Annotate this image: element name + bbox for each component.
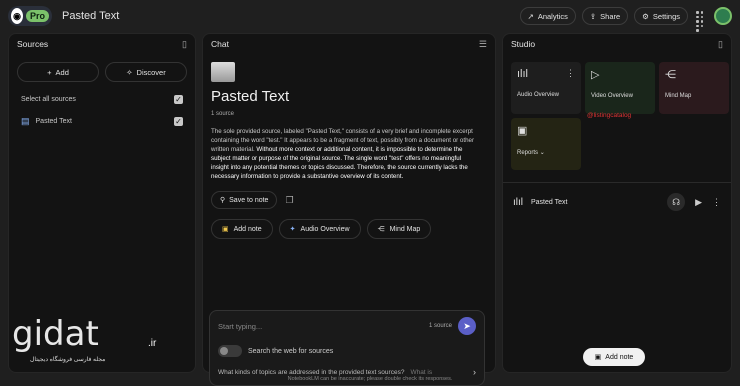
add-note-label: Add note: [605, 353, 634, 361]
share-label: Share: [600, 11, 621, 21]
interactive-mode-icon[interactable]: ☊: [667, 193, 686, 211]
chat-title: Chat: [211, 39, 229, 49]
tile-label: Mind Map: [665, 93, 692, 99]
more-icon[interactable]: ⋮: [712, 197, 721, 208]
mind-map-icon: ⋲: [665, 69, 676, 81]
audio-overview-action-label: Audio Overview: [300, 225, 350, 233]
plus-icon: +: [47, 67, 52, 77]
select-all-row[interactable]: Select all sources ✓: [9, 88, 195, 110]
note-icon: ▣: [222, 226, 229, 233]
chat-composer: Start typing... 1 source ➤ Search the we…: [209, 310, 485, 386]
discover-label: Discover: [136, 67, 166, 77]
more-icon[interactable]: ⋮: [566, 68, 575, 79]
video-overview-tile[interactable]: ▷ Video Overview: [585, 62, 655, 114]
overlay-watermark: @listingcatalog: [587, 112, 632, 119]
settings-label: Settings: [652, 11, 680, 21]
summary-text: The sole provided source, labeled "Paste…: [211, 127, 479, 181]
chat-input[interactable]: Start typing...: [218, 322, 262, 331]
discover-icon: ✧: [126, 67, 133, 77]
reports-tile[interactable]: ▣ Reports ⌄: [511, 118, 581, 170]
studio-title: Studio: [511, 39, 536, 49]
share-button[interactable]: ⇪ Share: [581, 7, 629, 25]
analytics-label: Analytics: [537, 11, 568, 21]
mind-map-icon: ⋲: [377, 226, 385, 233]
settings-button[interactable]: ⚙ Settings: [634, 7, 688, 25]
audio-list-item[interactable]: ılıl Pasted Text ☊ ▶ ⋮: [503, 183, 731, 221]
tile-label: Audio Overview: [517, 92, 560, 98]
chevron-down-icon: ⌄: [539, 150, 545, 156]
tune-icon[interactable]: ☰: [479, 39, 487, 50]
disclaimer: NotebookLM can be inaccurate; please dou…: [287, 376, 453, 382]
source-item-label: Pasted Text: [35, 117, 72, 125]
suggestion-chip[interactable]: What kinds of topics are addressed in th…: [218, 369, 404, 376]
tile-label: Reports: [517, 150, 539, 156]
document-icon: ▤: [21, 115, 30, 126]
top-bar: ◉ Pro Pasted Text ↗ Analytics ⇪ Share ⚙ …: [0, 0, 740, 32]
mind-map-tile[interactable]: ⋲ Mind Map: [659, 62, 729, 114]
audio-overview-action[interactable]: ✦ Audio Overview: [278, 219, 361, 239]
pin-icon: ⚲: [220, 197, 226, 204]
add-note-button[interactable]: ▣ Add note: [583, 348, 645, 366]
watermark-suffix: .ir: [148, 338, 157, 349]
source-item[interactable]: ▤ Pasted Text ✓: [9, 110, 195, 132]
trending-up-icon: ↗: [527, 11, 534, 21]
web-search-label: Search the web for sources: [248, 347, 334, 355]
source-count: 1 source: [211, 111, 235, 117]
watermark-subtitle: مجله فارسی فروشگاه دیجیتال: [30, 357, 106, 363]
composer-source-count: 1 source: [428, 323, 452, 329]
share-icon: ⇪: [589, 11, 597, 21]
sources-title: Sources: [17, 39, 49, 49]
source-checkbox[interactable]: ✓: [174, 116, 183, 126]
copy-icon[interactable]: ❐: [285, 195, 293, 206]
gear-icon: ⚙: [642, 11, 649, 21]
studio-panel: Studio ▯ ılıl ⋮ Audio Overview ▷ Video O…: [502, 33, 732, 373]
notebook-title[interactable]: Pasted Text: [62, 10, 119, 22]
audio-overview-tile[interactable]: ılıl ⋮ Audio Overview: [511, 62, 581, 114]
save-to-note-button[interactable]: ⚲ Save to note: [211, 191, 278, 209]
waveform-icon: ılıl: [513, 196, 523, 208]
play-icon[interactable]: ▶: [695, 197, 702, 208]
apps-grid-icon[interactable]: [694, 9, 708, 32]
collapse-panel-icon[interactable]: ▯: [182, 39, 187, 50]
send-button[interactable]: ➤: [458, 317, 476, 335]
web-search-toggle[interactable]: [218, 345, 242, 357]
add-source-label: Add: [55, 67, 69, 77]
suggestion-chip[interactable]: What is: [410, 369, 432, 376]
notebook-heading: Pasted Text: [211, 88, 290, 105]
report-icon: ▣: [517, 125, 528, 137]
analytics-button[interactable]: ↗ Analytics: [519, 7, 576, 25]
mind-map-action[interactable]: ⋲ Mind Map: [366, 219, 432, 239]
app-logo[interactable]: ◉ Pro: [8, 6, 52, 26]
notebook-thumbnail: [211, 62, 235, 82]
tile-label: Video Overview: [591, 93, 633, 99]
add-note-action-label: Add note: [233, 225, 262, 233]
chat-panel: Chat ☰ Pasted Text 1 source The sole pro…: [202, 33, 496, 386]
add-source-button[interactable]: + Add: [17, 62, 99, 82]
sparkle-icon: ✦: [289, 226, 296, 233]
save-to-note-label: Save to note: [229, 196, 269, 204]
select-all-label: Select all sources: [21, 95, 76, 103]
play-sparkle-icon: ▷: [591, 69, 600, 81]
audio-item-title: Pasted Text: [531, 198, 568, 206]
watermark-logo: gidat: [12, 314, 99, 354]
avatar[interactable]: [714, 7, 732, 25]
discover-button[interactable]: ✧ Discover: [105, 62, 187, 82]
notebooklm-logo-icon: ◉: [11, 8, 23, 24]
select-all-checkbox[interactable]: ✓: [174, 94, 183, 104]
add-note-action[interactable]: ▣ Add note: [211, 219, 273, 239]
note-icon: ▣: [594, 354, 602, 361]
pro-badge: Pro: [25, 10, 49, 22]
mind-map-action-label: Mind Map: [389, 225, 421, 233]
collapse-panel-icon[interactable]: ▯: [718, 39, 723, 50]
